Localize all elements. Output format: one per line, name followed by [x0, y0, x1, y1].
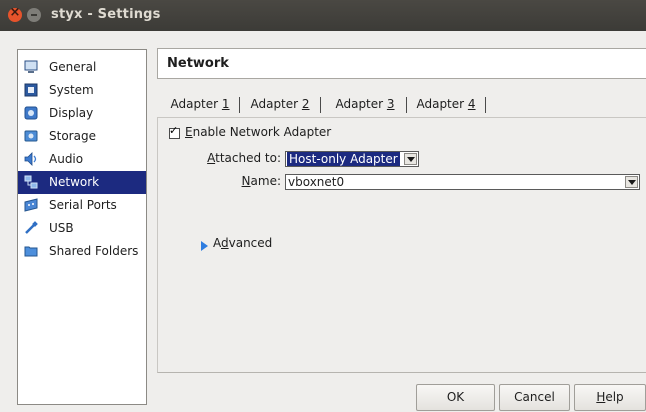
tab-label: Adapter — [250, 97, 302, 111]
name-value: vboxnet0 — [288, 175, 345, 189]
settings-dialog: General System Display Storage Audio Net… — [0, 31, 646, 412]
tab-label: Adapter — [335, 97, 387, 111]
button-label: elp — [605, 390, 624, 404]
sidebar-item-label: General — [49, 60, 97, 74]
attached-to-label: Attached to: — [203, 151, 281, 165]
sidebar-item-label: Serial Ports — [49, 198, 117, 212]
sidebar-item-label: Network — [49, 175, 100, 189]
network-icon — [24, 175, 38, 189]
sidebar-item-system[interactable]: System — [18, 79, 146, 102]
tab-separator — [239, 97, 240, 113]
button-label: OK — [446, 390, 465, 404]
tab-label: Adapter — [170, 97, 222, 111]
tab-separator — [485, 97, 486, 113]
label-text: nable Network Adapter — [192, 125, 332, 139]
attached-to-select[interactable]: Host-only Adapter — [285, 151, 419, 167]
sidebar-item-label: USB — [49, 221, 74, 235]
sidebar-item-label: Display — [49, 106, 94, 120]
sidebar-item-network[interactable]: Network — [18, 171, 146, 194]
tab-adapter-1[interactable]: Adapter 1 — [165, 93, 235, 115]
label-mnemonic: H — [596, 390, 606, 404]
tab-label: Adapter — [416, 97, 468, 111]
sidebar-item-display[interactable]: Display — [18, 102, 146, 125]
expand-arrow-icon[interactable] — [201, 241, 208, 251]
sidebar-item-serial-ports[interactable]: Serial Ports — [18, 194, 146, 217]
chevron-down-icon[interactable] — [404, 153, 417, 165]
tab-adapter-2[interactable]: Adapter 2 — [245, 93, 315, 115]
enable-adapter-label: Enable Network Adapter — [185, 125, 331, 139]
sidebar-item-label: Shared Folders — [49, 244, 139, 258]
tab-mnemonic: 3 — [386, 97, 395, 111]
adapter-tabs: Adapter 1 Adapter 2 Adapter 3 Adapter 4 — [157, 93, 646, 117]
sidebar-item-general[interactable]: General — [18, 56, 146, 79]
close-icon[interactable] — [8, 5, 22, 22]
attached-to-value: Host-only Adapter — [287, 152, 400, 166]
window-title: styx - Settings — [51, 7, 161, 22]
label-mnemonic: E — [185, 125, 193, 139]
enable-adapter-checkbox[interactable] — [169, 124, 180, 139]
label-text: A — [213, 236, 221, 250]
speaker-icon — [24, 152, 37, 166]
sidebar: General System Display Storage Audio Net… — [17, 49, 147, 405]
tab-mnemonic: 2 — [301, 97, 310, 111]
tab-adapter-4[interactable]: Adapter 4 — [411, 93, 481, 115]
tab-separator — [406, 97, 407, 113]
label-text: ttached to: — [215, 151, 281, 165]
serial-port-icon — [24, 198, 38, 212]
sidebar-item-storage[interactable]: Storage — [18, 125, 146, 148]
monitor-icon — [24, 60, 38, 73]
folder-icon — [24, 246, 38, 257]
cancel-button[interactable]: Cancel — [499, 384, 570, 411]
label-mnemonic: N — [241, 174, 251, 188]
sidebar-item-usb[interactable]: USB — [18, 217, 146, 240]
usb-icon — [25, 221, 38, 234]
button-label: Cancel — [514, 390, 555, 404]
tab-mnemonic: 1 — [221, 97, 230, 111]
label-text: vanced — [228, 236, 273, 250]
page-header: Network — [157, 48, 646, 79]
title-bar: styx - Settings — [0, 0, 646, 31]
sidebar-item-audio[interactable]: Audio — [18, 148, 146, 171]
name-label: Name: — [203, 174, 281, 188]
ok-button[interactable]: OK — [416, 384, 495, 411]
advanced-toggle[interactable]: Advanced — [213, 236, 272, 250]
sidebar-item-label: System — [49, 83, 94, 97]
label-mnemonic: A — [207, 151, 216, 165]
chevron-down-icon[interactable] — [625, 176, 638, 188]
sidebar-item-label: Storage — [49, 129, 96, 143]
chip-icon — [24, 83, 38, 97]
sidebar-item-shared-folders[interactable]: Shared Folders — [18, 240, 146, 263]
sidebar-item-label: Audio — [49, 152, 84, 166]
label-text: ame: — [250, 174, 281, 188]
tab-separator — [320, 97, 321, 113]
tab-adapter-3[interactable]: Adapter 3 — [327, 93, 403, 115]
name-select[interactable]: vboxnet0 — [285, 174, 640, 190]
display-icon — [24, 106, 38, 120]
page-title: Network — [167, 56, 229, 71]
tab-mnemonic: 4 — [467, 97, 476, 111]
minimize-icon[interactable] — [27, 8, 41, 22]
help-button[interactable]: Help — [574, 384, 646, 411]
adapter-panel: Enable Network Adapter Attached to: Host… — [157, 117, 646, 373]
disk-icon — [24, 130, 38, 142]
label-mnemonic: d — [221, 236, 229, 250]
